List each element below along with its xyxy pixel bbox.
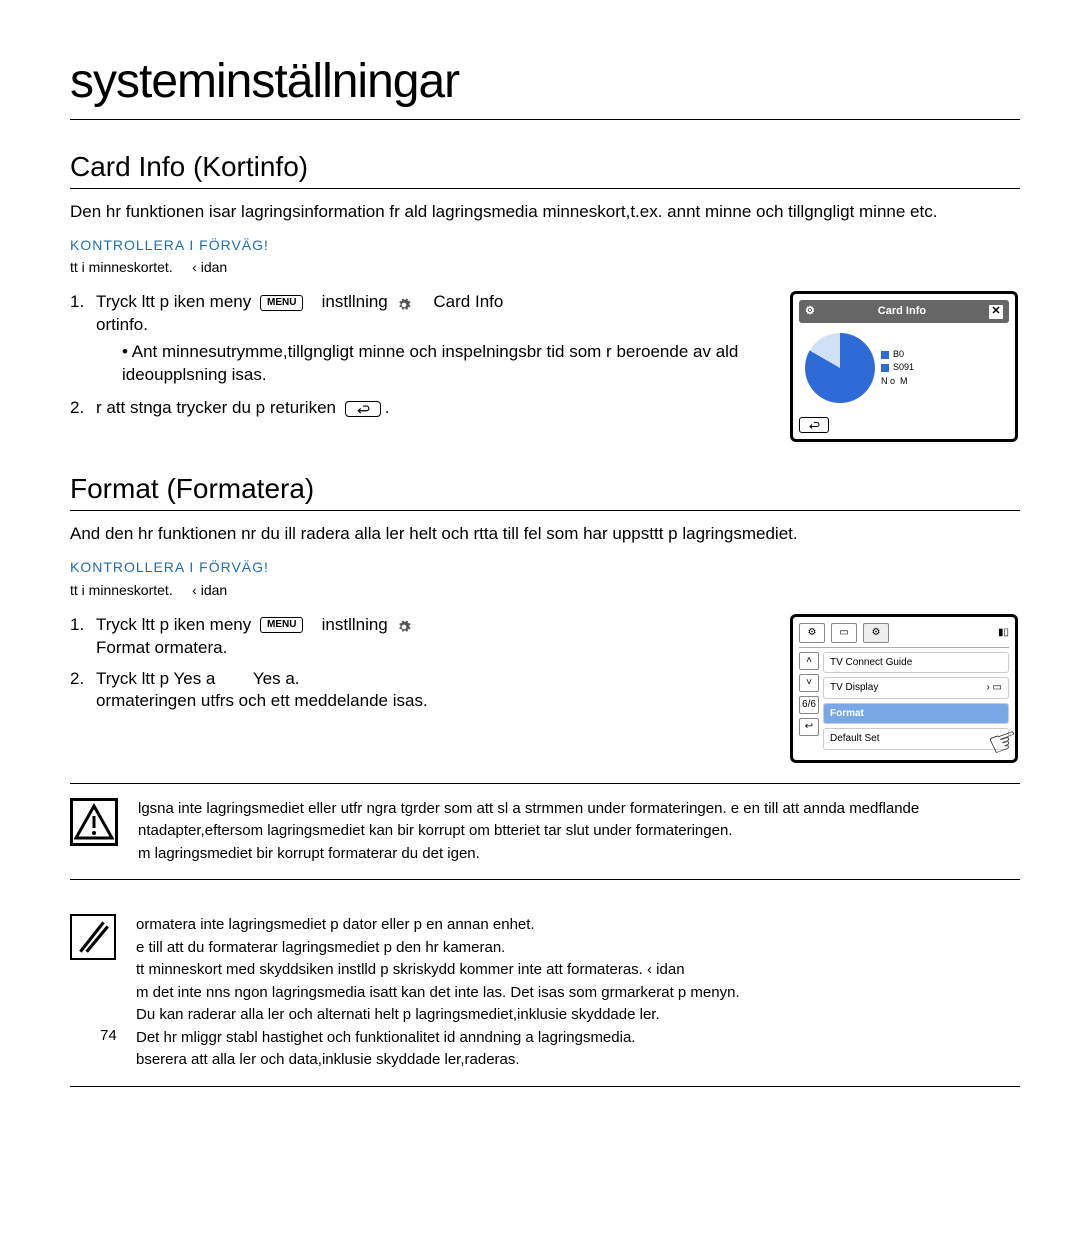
step-text: Tryck ltt p iken meny xyxy=(96,615,251,634)
step-1: 1. Tryck ltt p iken meny MENU instllning… xyxy=(70,614,766,660)
section-heading-card-info: Card Info (Kortinfo) xyxy=(70,148,1020,189)
note-block: ormatera inte lagringsmediet p dator ell… xyxy=(70,900,1020,1087)
section-intro: And den hr funktionen nr du ill radera a… xyxy=(70,523,1020,546)
step-note: • Ant minnesutrymme,tillgngligt minne oc… xyxy=(96,341,766,387)
device-screen-card-info: ⚙ Card Info ✕ B0 S091 N o M xyxy=(790,291,1018,442)
preface-sub-a: tt i minneskortet. xyxy=(70,582,173,598)
preface-sub-b: ‹ idan xyxy=(192,259,227,275)
return-icon xyxy=(345,401,381,417)
down-button[interactable]: ˅ xyxy=(799,674,819,692)
gear-icon xyxy=(397,618,411,632)
return-button[interactable] xyxy=(799,417,829,433)
step-number: 1. xyxy=(70,614,96,637)
menu-row-default-set[interactable]: Default Set xyxy=(823,728,1009,750)
step-text: Tryck ltt p xyxy=(96,669,169,688)
step-number: 2. xyxy=(70,668,96,691)
step-text: Yes a. xyxy=(253,669,300,688)
tab-gear[interactable]: ⚙ xyxy=(799,623,825,643)
pie-chart xyxy=(805,333,875,403)
pie-stats: B0 S091 N o M xyxy=(881,348,914,389)
step-text: Format ormatera. xyxy=(96,638,227,657)
step-text: Tryck ltt p iken meny xyxy=(96,292,251,311)
menu-icon: MENU xyxy=(260,295,303,311)
step-2: 2. Tryck ltt p Yes a Yes a. ormateringen… xyxy=(70,668,766,714)
step-text: instllning xyxy=(322,615,388,634)
page-number: 74 xyxy=(100,1026,117,1046)
gear-icon xyxy=(397,296,411,310)
counter: 6/6 xyxy=(799,696,819,714)
menu-icon: MENU xyxy=(260,617,303,633)
preface-label: KONTROLLERA I FÖRVÄG! xyxy=(70,558,1020,577)
battery-icon: ▮▯ xyxy=(998,626,1009,640)
pointer-hand-icon: ☞ xyxy=(982,716,1026,770)
tab-card[interactable]: ▭ xyxy=(831,623,857,643)
return-button[interactable]: ↩ xyxy=(799,718,819,736)
preface-sub-a: tt i minneskortet. xyxy=(70,259,173,275)
note-text: ormatera inte lagringsmediet p dator ell… xyxy=(136,914,1020,1072)
warning-text: lgsna inte lagringsmediet eller utfr ngr… xyxy=(138,798,1020,866)
menu-row-tv-connect[interactable]: TV Connect Guide xyxy=(823,652,1009,674)
preface-sub: tt i minneskortet. ‹ idan xyxy=(70,581,1020,600)
device-screen-format-menu: ⚙ ▭ ⚙ ▮▯ ˄ ˅ 6/6 ↩ TV Connect Guide TV D… xyxy=(790,614,1018,763)
gear-icon: ⚙ xyxy=(805,304,815,319)
screen-title: Card Info xyxy=(878,304,926,319)
up-button[interactable]: ˄ xyxy=(799,652,819,670)
step-number: 1. xyxy=(70,291,96,314)
page-title: systeminställningar xyxy=(70,50,1020,120)
step-text: ormateringen utfrs och ett meddelande is… xyxy=(96,691,428,710)
step-2: 2. r att stnga trycker du p returiken . xyxy=(70,397,766,420)
step-text: Yes a xyxy=(173,669,215,688)
warning-icon xyxy=(70,798,118,846)
step-number: 2. xyxy=(70,397,96,420)
section-intro: Den hr funktionen isar lagringsinformati… xyxy=(70,201,1020,224)
preface-sub-b: ‹ idan xyxy=(192,582,227,598)
step-text: r att stnga trycker du p returiken xyxy=(96,398,336,417)
note-icon xyxy=(70,914,116,960)
preface-sub: tt i minneskortet. ‹ idan xyxy=(70,258,1020,277)
step-text: Card Info xyxy=(433,292,503,311)
menu-row-format[interactable]: Format xyxy=(823,703,1009,725)
step-text: instllning xyxy=(322,292,388,311)
step-text: ortinfo. xyxy=(96,315,148,334)
tab-settings[interactable]: ⚙ xyxy=(863,623,889,643)
preface-label: KONTROLLERA I FÖRVÄG! xyxy=(70,236,1020,255)
menu-row-tv-display[interactable]: TV Display› ▭ xyxy=(823,677,1009,699)
warning-block: lgsna inte lagringsmediet eller utfr ngr… xyxy=(70,783,1020,881)
section-heading-format: Format (Formatera) xyxy=(70,470,1020,511)
step-1: 1. Tryck ltt p iken meny MENU instllning… xyxy=(70,291,766,387)
close-icon[interactable]: ✕ xyxy=(989,305,1003,319)
